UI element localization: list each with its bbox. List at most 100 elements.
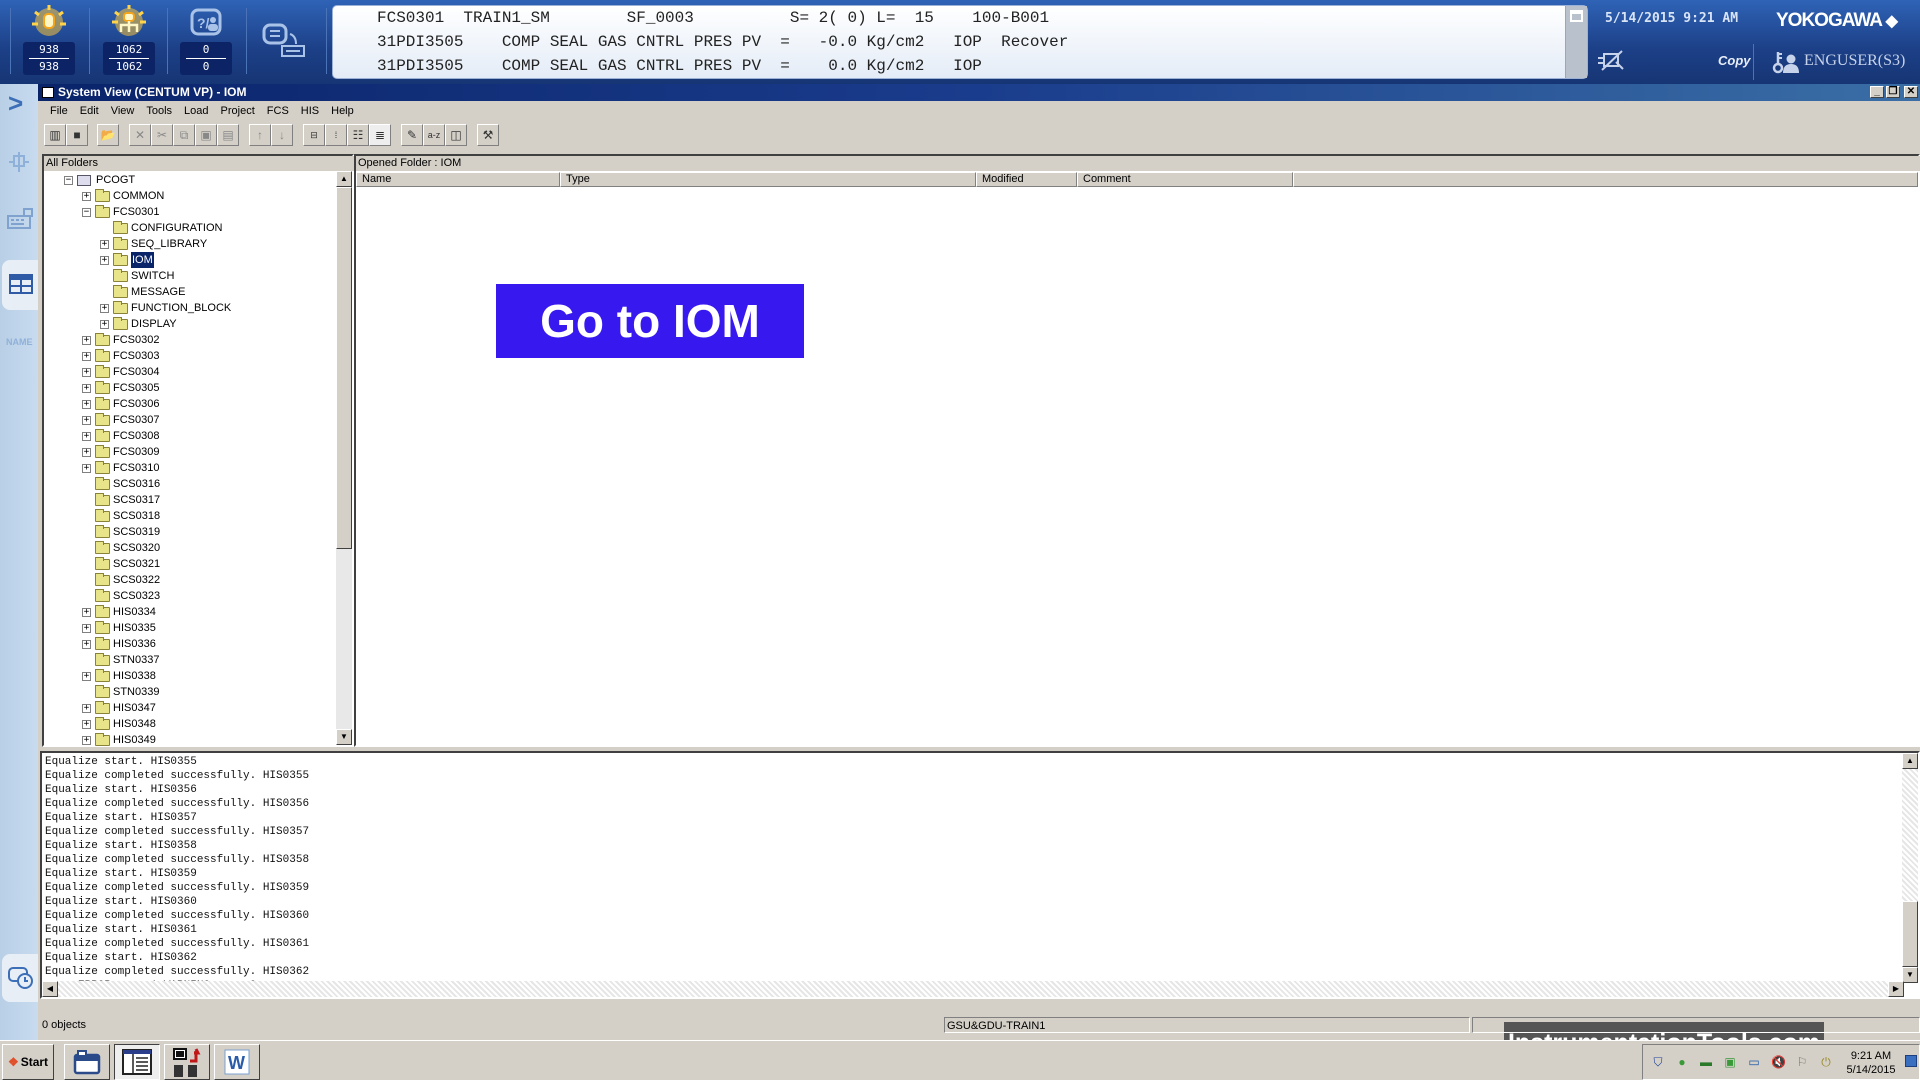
expand-toggle-icon[interactable]: + [82,399,91,409]
paste-special-icon[interactable]: ▤ [217,124,239,146]
close-button[interactable]: ✕ [1904,86,1918,98]
expand-chevron-icon[interactable]: > [8,88,23,119]
scroll-up-button[interactable]: ▲ [336,171,352,187]
expand-toggle-icon[interactable]: + [82,623,91,633]
expand-toggle-icon[interactable]: + [82,607,91,617]
tree-item-scs0323[interactable]: SCS0323 [82,588,160,604]
expand-toggle-icon[interactable]: + [82,463,91,473]
stop-icon[interactable]: ■ [66,124,88,146]
tree-item-his0347[interactable]: + HIS0347 [82,700,156,716]
menu-tools[interactable]: Tools [140,101,178,121]
expand-toggle-icon[interactable]: + [82,335,91,345]
tree-item-function-block[interactable]: + FUNCTION_BLOCK [100,300,231,316]
tree-item-fcs0302[interactable]: + FCS0302 [82,332,159,348]
down-arrow-icon[interactable]: ↓ [271,124,293,146]
tree-root[interactable]: − PCOGT [64,172,135,188]
tree-item-common[interactable]: + COMMON [82,188,164,204]
small-icons-icon[interactable]: ⁞ [325,124,347,146]
cut-icon[interactable]: ✂ [151,124,173,146]
log-horizontal-scrollbar[interactable]: ◀ ▶ [42,981,1904,997]
keyboard-icon[interactable] [7,208,33,235]
window-titlebar[interactable]: System View (CENTUM VP) - IOM _ ❐ ✕ [38,84,1920,101]
hardcopy-off-icon[interactable] [1596,50,1626,77]
column-header-name[interactable]: Name [356,172,560,187]
expand-toggle-icon[interactable]: + [82,367,91,377]
delete-icon[interactable]: ✕ [129,124,151,146]
tree-item-his0349[interactable]: + HIS0349 [82,732,156,748]
tree-item-scs0322[interactable]: SCS0322 [82,572,160,588]
navigator-icon[interactable] [7,150,31,179]
open-folder-icon[interactable]: 📂 [97,124,119,146]
tree-item-his0336[interactable]: + HIS0336 [82,636,156,652]
tree-item-scs0321[interactable]: SCS0321 [82,556,160,572]
details-view-icon[interactable]: ≣ [369,124,391,146]
start-button[interactable]: ❖ Start [2,1044,54,1080]
tree-item-fcs0310[interactable]: + FCS0310 [82,460,159,476]
tree-item-scs0316[interactable]: SCS0316 [82,476,160,492]
menu-edit[interactable]: Edit [74,101,105,121]
expand-toggle-icon[interactable]: + [82,415,91,425]
column-header-modified[interactable]: Modified [976,172,1077,187]
sort-az-icon[interactable]: a-z [423,124,445,146]
scroll-left-button[interactable]: ◀ [42,981,58,997]
up-arrow-icon[interactable]: ↑ [249,124,271,146]
message-expand-icon[interactable] [1570,10,1583,22]
tree-item-fcs0308[interactable]: + FCS0308 [82,428,159,444]
taskbar-network-transfer-icon[interactable] [164,1044,210,1080]
expand-toggle-icon[interactable]: + [82,671,91,681]
tree-item-message[interactable]: MESSAGE [100,284,185,300]
scroll-down-button[interactable]: ▼ [1902,967,1918,983]
expand-toggle-icon[interactable]: + [82,639,91,649]
tree-item-configuration[interactable]: CONFIGURATION [100,220,222,236]
builder-icon[interactable]: ▥ [44,124,66,146]
tree-item-his0348[interactable]: + HIS0348 [82,716,156,732]
collapse-toggle-icon[interactable]: − [82,207,91,217]
expand-toggle-icon[interactable]: + [82,383,91,393]
expand-toggle-icon[interactable]: + [82,431,91,441]
scroll-thumb[interactable] [1902,901,1918,967]
process-alarm-button[interactable]: 938 938 [13,4,85,78]
tree-item-scs0318[interactable]: SCS0318 [82,508,160,524]
collapse-toggle-icon[interactable]: − [64,175,73,185]
tree-item-fcs0307[interactable]: + FCS0307 [82,412,159,428]
tree-item-fcs0306[interactable]: + FCS0306 [82,396,159,412]
properties-icon[interactable]: ✎ [401,124,423,146]
tree-item-scs0320[interactable]: SCS0320 [82,540,160,556]
tree-item-stn0339[interactable]: STN0339 [82,684,159,700]
mute-icon[interactable]: 🔇 [1771,1055,1786,1069]
restore-button[interactable]: ❐ [1886,86,1900,98]
tools-icon[interactable]: ⚒ [477,124,499,146]
copy-icon[interactable]: ⧉ [173,124,195,146]
message-printer-icon[interactable] [262,22,306,67]
window-layout-button[interactable] [2,260,38,310]
minimize-button[interactable]: _ [1870,86,1884,98]
user-key-icon[interactable] [1772,50,1800,79]
column-header-comment[interactable]: Comment [1077,172,1293,187]
tree-item-his0335[interactable]: + HIS0335 [82,620,156,636]
copy-button[interactable]: Copy [1718,53,1751,68]
menu-fcs[interactable]: FCS [261,101,295,121]
tree-item-fcs0305[interactable]: + FCS0305 [82,380,159,396]
menu-project[interactable]: Project [215,101,261,121]
taskbar-word-icon[interactable]: W [214,1044,260,1080]
expand-toggle-icon[interactable]: + [82,351,91,361]
flag-icon[interactable]: ⚐ [1795,1055,1809,1069]
tree-item-his0334[interactable]: + HIS0334 [82,604,156,620]
expand-toggle-icon[interactable]: + [100,303,109,313]
hp-icon[interactable]: ▬ [1699,1055,1713,1069]
tree-item-scs0319[interactable]: SCS0319 [82,524,160,540]
message-banner[interactable]: FCS0301 TRAIN1_SM SF_0003 S= 2( 0) L= 15… [332,5,1588,79]
expand-toggle-icon[interactable]: + [82,735,91,745]
operator-guide-button[interactable]: ?/ 00 [170,4,242,78]
menu-view[interactable]: View [105,101,141,121]
expand-toggle-icon[interactable]: + [82,191,91,201]
tree-item-iom[interactable]: + IOM [100,252,154,268]
scroll-thumb[interactable] [336,187,352,549]
list-view-icon[interactable]: ☷ [347,124,369,146]
tree-item-seq-library[interactable]: + SEQ_LIBRARY [100,236,207,252]
tree-item-scs0317[interactable]: SCS0317 [82,492,160,508]
expand-toggle-icon[interactable]: + [82,703,91,713]
tree-item-fcs0309[interactable]: + FCS0309 [82,444,159,460]
expand-toggle-icon[interactable]: + [100,255,109,265]
column-header-type[interactable]: Type [560,172,976,187]
